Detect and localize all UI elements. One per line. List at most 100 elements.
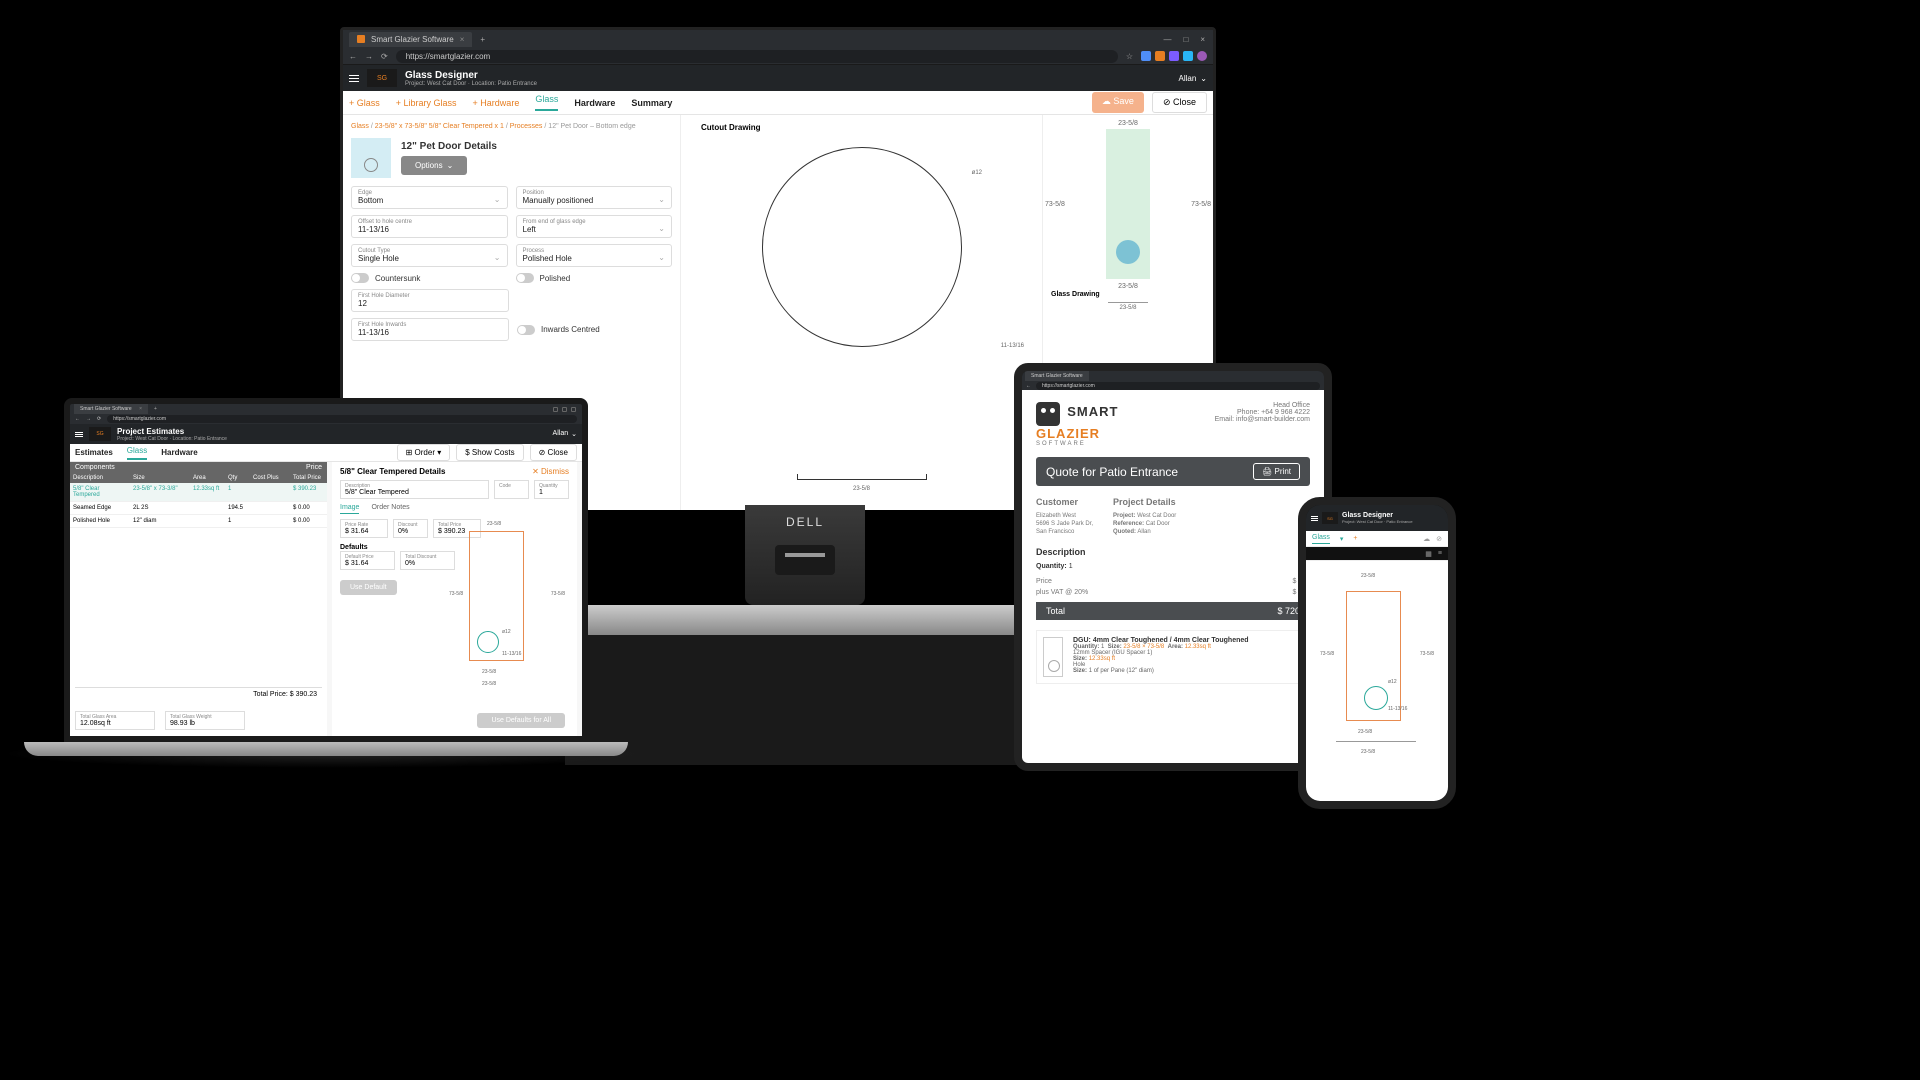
tab-estimates[interactable]: Estimates — [75, 448, 113, 457]
back-icon[interactable]: ← — [349, 52, 357, 61]
save-icon[interactable]: ☁ — [1423, 535, 1430, 543]
price-rate-input[interactable]: Price Rate$ 31.64 — [340, 519, 388, 538]
minimize-icon[interactable]: — — [1163, 35, 1171, 44]
forward-icon[interactable]: → — [365, 52, 373, 61]
url-input[interactable]: https://smartglazier.com — [396, 50, 1118, 63]
menu-icon[interactable] — [75, 432, 83, 437]
close-window-icon[interactable] — [571, 407, 576, 412]
new-tab-icon[interactable]: + — [480, 35, 485, 44]
menu-icon[interactable] — [1311, 516, 1318, 521]
save-button[interactable]: ☁ Save — [1092, 92, 1144, 113]
code-input[interactable]: Code — [494, 480, 529, 499]
process-select[interactable]: ProcessPolished Hole⌄ — [516, 244, 673, 267]
reload-icon[interactable]: ⟳ — [381, 52, 388, 61]
extension-icon[interactable] — [1155, 51, 1165, 61]
profile-avatar-icon[interactable] — [1197, 51, 1207, 61]
offset-input[interactable]: Offset to hole centre11-13/16 — [351, 215, 508, 238]
browser-tab[interactable]: Smart Glazier Software × — [74, 404, 148, 414]
close-tab-icon[interactable]: × — [460, 35, 465, 44]
forward-icon[interactable]: → — [86, 416, 91, 422]
browser-tab[interactable]: Smart Glazier Software — [1025, 371, 1089, 381]
drawing-title: Cutout Drawing — [701, 123, 1022, 132]
add-library-glass-button[interactable]: + Library Glass — [396, 98, 457, 108]
add-hardware-button[interactable]: + Hardware — [473, 98, 520, 108]
table-row[interactable]: Seamed Edge2L 2S194.5$ 0.00 — [70, 502, 327, 515]
detail-title: 5/8" Clear Tempered Details — [340, 467, 445, 476]
close-icon[interactable]: ⊘ — [1436, 535, 1442, 543]
breadcrumb-item[interactable]: Processes — [510, 123, 543, 130]
col-description: Description — [70, 475, 130, 481]
table-row[interactable]: 5/8" Clear Tempered23-5/8" x 73-3/8"12.3… — [70, 483, 327, 502]
breadcrumb-item[interactable]: 23-5/8" x 73-5/8" 5/8" Clear Tempered x … — [375, 123, 504, 130]
tab-glass[interactable]: Glass — [535, 94, 558, 111]
dismiss-link[interactable]: ✕ Dismiss — [532, 467, 569, 476]
tab-image[interactable]: Image — [340, 504, 359, 514]
browser-tab[interactable]: Smart Glazier Software × — [349, 32, 472, 47]
app-header: SG Glass DesignerProject: West Cat Door … — [1306, 505, 1448, 531]
hole-diameter-input[interactable]: First Hole Diameter12 — [351, 289, 509, 312]
description-input[interactable]: Description5/8" Clear Tempered — [340, 480, 489, 499]
cutout-type-select[interactable]: Cutout TypeSingle Hole⌄ — [351, 244, 508, 267]
baseline — [797, 479, 927, 480]
close-button[interactable]: ⊘ Close — [530, 444, 577, 461]
inwards-centred-toggle[interactable]: Inwards Centred — [517, 318, 672, 341]
maximize-icon[interactable] — [562, 407, 567, 412]
extension-icon[interactable] — [1183, 51, 1193, 61]
total-row: Total$ 720 — [1036, 602, 1310, 620]
hole-inwards-input[interactable]: First Hole Inwards11-13/16 — [351, 318, 509, 341]
app-header: SG Project EstimatesProject: West Cat Do… — [70, 424, 582, 444]
user-menu[interactable]: Allan ⌄ — [553, 430, 577, 438]
use-default-button[interactable]: Use Default — [340, 580, 397, 595]
discount-input[interactable]: Discount0% — [393, 519, 428, 538]
grid-icon[interactable]: ▦ — [1425, 550, 1432, 558]
chevron-down-icon[interactable]: ▾ — [1340, 535, 1344, 543]
menu-icon[interactable] — [349, 75, 359, 82]
add-button[interactable]: + — [1353, 535, 1357, 542]
edge-select[interactable]: EdgeBottom⌄ — [351, 186, 508, 209]
close-button[interactable]: ⊘ Close — [1152, 92, 1207, 113]
qty-stepper[interactable]: Quantity1 — [534, 480, 569, 499]
dimension-label: 23-5/8 — [1043, 120, 1213, 127]
tab-hardware[interactable]: Hardware — [574, 98, 615, 108]
url-input[interactable]: https://smartglazier.com — [107, 415, 577, 423]
grid-footer: Total Price: $ 390.23 — [75, 687, 322, 701]
item-thumbnail-icon — [1043, 637, 1063, 677]
maximize-icon[interactable]: □ — [1183, 35, 1188, 44]
polished-toggle[interactable]: Polished — [516, 273, 673, 283]
back-icon[interactable]: ← — [1026, 383, 1031, 389]
from-end-select[interactable]: From end of glass edgeLeft⌄ — [516, 215, 673, 238]
tab-hardware[interactable]: Hardware — [161, 448, 197, 457]
reload-icon[interactable]: ⟳ — [97, 416, 101, 422]
tab-glass[interactable]: Glass — [1312, 534, 1330, 544]
star-icon[interactable]: ☆ — [1126, 52, 1133, 61]
add-glass-button[interactable]: + Glass — [349, 98, 380, 108]
show-costs-button[interactable]: $ Show Costs — [456, 444, 523, 461]
scale-label: 23-5/8 — [1108, 302, 1148, 311]
print-button[interactable]: 🖨 Print — [1253, 463, 1300, 480]
position-select[interactable]: PositionManually positioned⌄ — [516, 186, 673, 209]
tab-order-notes[interactable]: Order Notes — [371, 504, 409, 514]
close-window-icon[interactable]: × — [1200, 35, 1205, 44]
countersunk-toggle[interactable]: Countersunk — [351, 273, 508, 283]
tab-summary[interactable]: Summary — [631, 98, 672, 108]
use-defaults-all-button[interactable]: Use Defaults for All — [477, 713, 565, 728]
tab-glass[interactable]: Glass — [127, 446, 147, 460]
dimension-label: 73-5/8 — [1045, 201, 1065, 208]
laptop-base — [24, 742, 628, 756]
breadcrumb-item[interactable]: Glass — [351, 123, 369, 130]
extension-icon[interactable] — [1141, 51, 1151, 61]
list-icon[interactable]: ≡ — [1438, 550, 1442, 557]
brand-logo-icon: SG — [89, 427, 111, 441]
back-icon[interactable]: ← — [75, 416, 80, 422]
chevron-down-icon: ⌄ — [658, 224, 665, 233]
url-input[interactable]: https://smartglazier.com — [1036, 382, 1320, 390]
drawing-title: Glass Drawing — [1051, 291, 1205, 298]
order-button[interactable]: ⊞ Order ▾ — [397, 444, 451, 461]
table-row[interactable]: Polished Hole12" diam1$ 0.00 — [70, 515, 327, 528]
user-menu[interactable]: Allan ⌄ — [1179, 74, 1208, 83]
minimize-icon[interactable] — [553, 407, 558, 412]
close-tab-icon[interactable]: × — [139, 406, 142, 412]
extension-icon[interactable] — [1169, 51, 1179, 61]
options-button[interactable]: Options ⌄ — [401, 156, 467, 175]
new-tab-icon[interactable]: + — [154, 406, 157, 412]
